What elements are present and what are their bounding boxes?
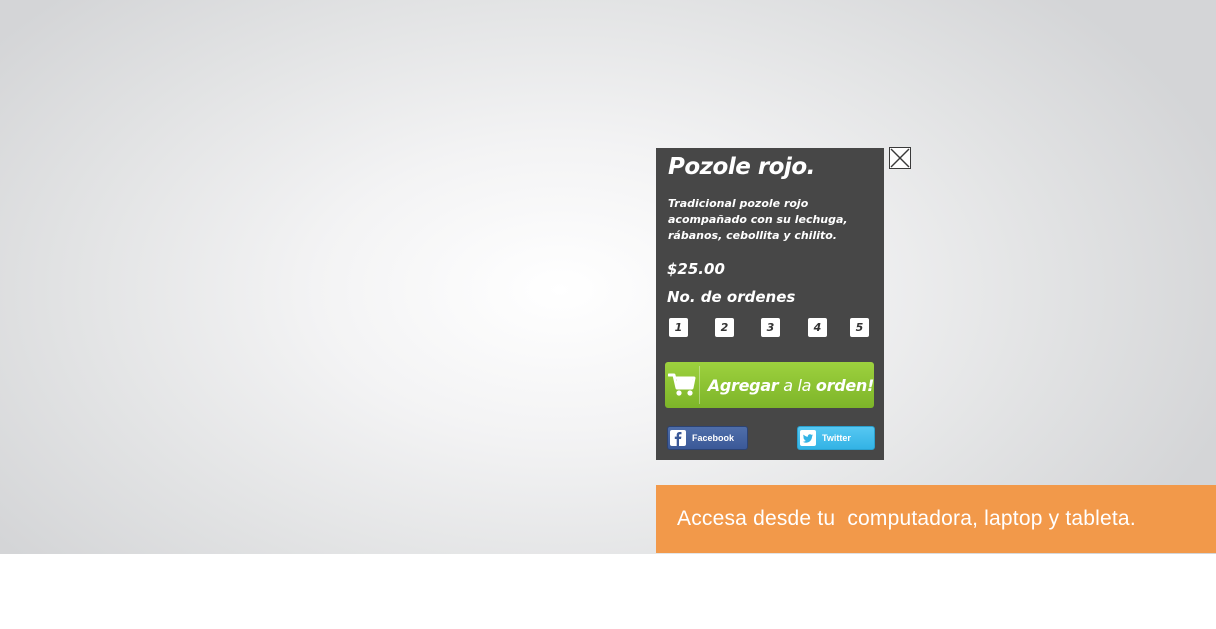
- close-icon: [890, 148, 910, 168]
- product-description: Tradicional pozole rojo acompañado con s…: [668, 197, 848, 242]
- twitter-label: Twitter: [822, 433, 851, 443]
- quantity-option-4[interactable]: 4: [808, 318, 827, 337]
- quantity-option-1[interactable]: 1: [669, 318, 688, 337]
- facebook-share-button[interactable]: Facebook: [667, 426, 748, 450]
- orders-label: No. de ordenes: [667, 288, 796, 306]
- background-stage: [0, 0, 1216, 554]
- twitter-share-button[interactable]: Twitter: [797, 426, 875, 450]
- facebook-label: Facebook: [692, 433, 735, 443]
- access-banner: Accesa desde tu computadora, laptop y ta…: [656, 485, 1216, 553]
- product-title: Pozole rojo.: [668, 154, 815, 180]
- facebook-icon: [670, 430, 686, 446]
- cart-icon: [665, 362, 699, 408]
- product-popup: Pozole rojo. Tradicional pozole rojo aco…: [656, 148, 884, 460]
- quantity-option-5[interactable]: 5: [850, 318, 869, 337]
- add-to-order-label: Agregar a la orden!: [707, 375, 875, 395]
- close-button[interactable]: [889, 147, 911, 169]
- twitter-icon: [800, 430, 816, 446]
- quantity-option-3[interactable]: 3: [761, 318, 780, 337]
- add-to-order-button[interactable]: Agregar a la orden!: [665, 362, 874, 408]
- quantity-option-2[interactable]: 2: [715, 318, 734, 337]
- product-price: $25.00: [667, 260, 725, 278]
